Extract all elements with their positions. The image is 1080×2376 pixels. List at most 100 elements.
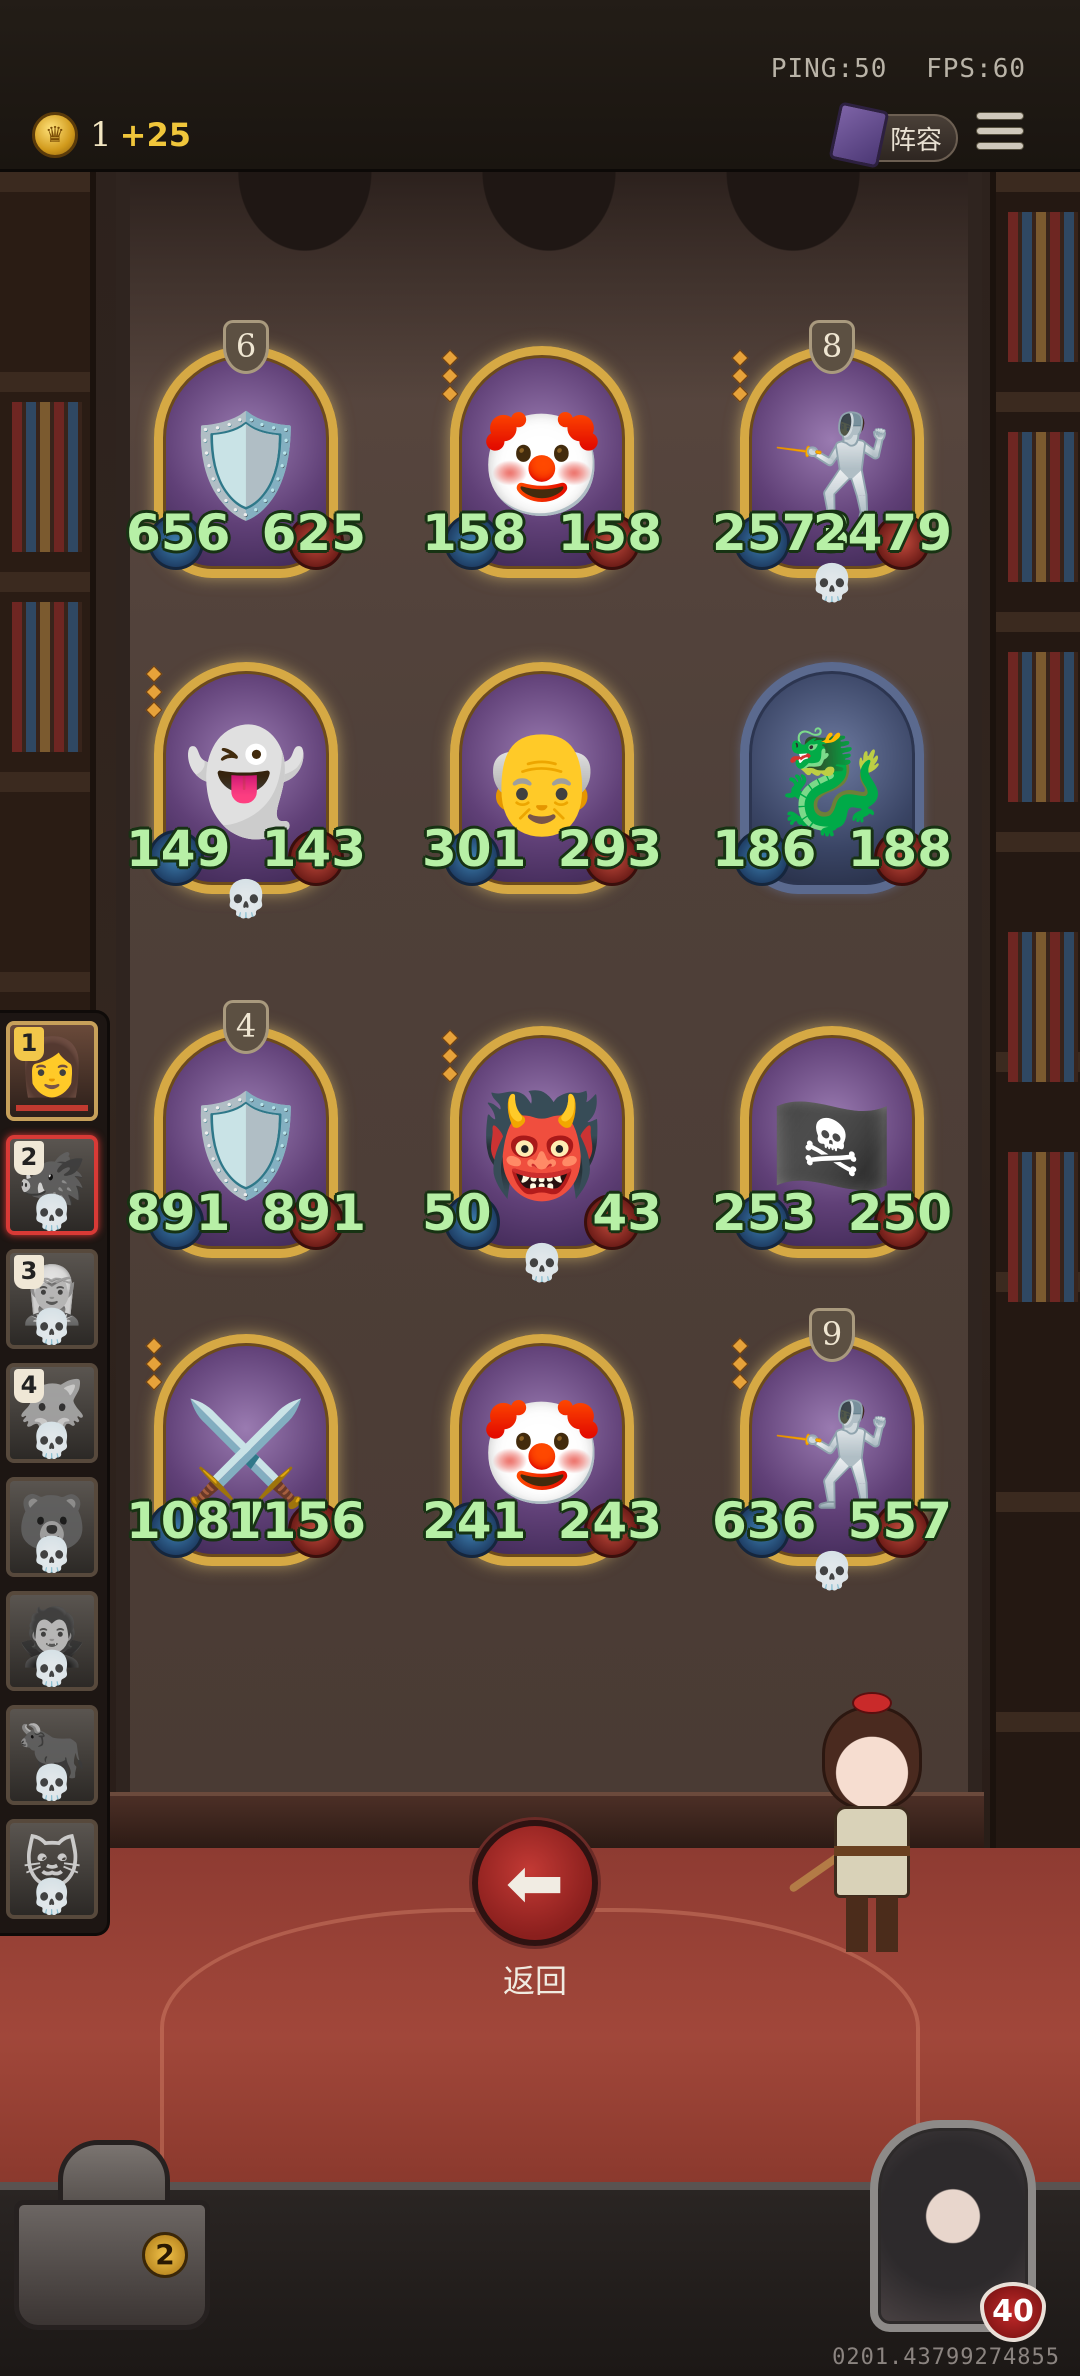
team-slot[interactable]: 🧛 💀	[6, 1591, 98, 1691]
player-portrait[interactable]: 40	[870, 2120, 1046, 2342]
hero-level-badge: 4	[223, 1000, 269, 1054]
hair-bow	[852, 1692, 892, 1714]
hero-attack: 253	[712, 1184, 817, 1242]
build-id: 0201.43799274855	[832, 2345, 1060, 2370]
hero-attack: 50	[422, 1184, 492, 1242]
chain-link-icon	[145, 1337, 163, 1394]
hero-card[interactable]: 👹 50 43 💀	[422, 1026, 662, 1284]
crown-coin-icon: ♛	[32, 112, 78, 158]
character-head	[822, 1706, 922, 1810]
hero-attack: 301	[422, 820, 527, 878]
chain-link-icon	[441, 1029, 459, 1086]
hero-portrait: 🛡️	[183, 1087, 309, 1205]
hero-card[interactable]: 👻 149 143 💀	[126, 662, 366, 920]
team-slot[interactable]: 🐱 💀	[6, 1819, 98, 1919]
hero-health: 1156	[226, 1492, 366, 1550]
hero-card[interactable]: 🐉 186 188	[712, 662, 952, 894]
hero-health: 250	[847, 1184, 952, 1242]
team-slot-number: 1	[14, 1027, 44, 1061]
hero-portrait: 👹	[479, 1087, 605, 1205]
hamburger-menu-icon[interactable]	[976, 112, 1024, 158]
hero-attack: 158	[422, 504, 527, 562]
team-slot[interactable]: 🐺 4 💀	[6, 1363, 98, 1463]
hero-portrait: 🛡️	[183, 407, 309, 525]
hero-level-badge: 9	[809, 1308, 855, 1362]
chain-link-icon	[441, 349, 459, 406]
hero-health: 293	[557, 820, 662, 878]
character-belt	[834, 1846, 910, 1856]
skull-icon: 💀	[809, 1551, 855, 1592]
skull-icon: 💀	[30, 1421, 74, 1461]
skull-icon: 💀	[809, 563, 855, 604]
hero-attack: 186	[712, 820, 817, 878]
hero-health: 143	[261, 820, 366, 878]
hero-card[interactable]: 🏴‍☠️ 253 250	[712, 1026, 952, 1258]
hero-health: 243	[557, 1492, 662, 1550]
hero-card[interactable]: 👴 301 293	[422, 662, 662, 894]
hero-attack: 149	[126, 820, 231, 878]
hero-portrait: ⚔️	[183, 1395, 309, 1513]
ping-label: PING:50	[770, 54, 888, 84]
performance-readout: PING:50 FPS:60	[749, 54, 1026, 84]
coin-count: 1	[90, 115, 112, 155]
lineup-button[interactable]: 阵容	[828, 101, 958, 169]
hero-portrait: 👴	[479, 723, 605, 841]
hero-level-badge: 6	[223, 320, 269, 374]
hero-portrait: 🐉	[769, 723, 895, 841]
hero-health: 2479	[812, 504, 952, 562]
chain-link-icon	[145, 665, 163, 722]
hero-card[interactable]: ⚔️ 1087 1156	[126, 1334, 366, 1566]
hero-card[interactable]: 🛡️ 6 656 625	[126, 320, 366, 578]
lineup-book-icon	[828, 101, 890, 169]
back-button[interactable]: ⬅	[472, 1820, 598, 1946]
skull-icon: 💀	[30, 1307, 74, 1347]
hero-portrait: 🏴‍☠️	[769, 1087, 895, 1205]
hero-card[interactable]: 🤺 9 636 557 💀	[712, 1308, 952, 1592]
hero-level-badge: 8	[809, 320, 855, 374]
treasure-chest-button[interactable]: 2	[14, 2140, 214, 2338]
team-sidebar: 👩 1 🐗 2 💀 🧝 3 💀 🐺 4 💀 🐻 💀 🧛 💀 🐂 💀 🐱 💀	[0, 1010, 110, 1936]
team-slot-number: 3	[14, 1255, 44, 1289]
hero-card[interactable]: 🛡️ 4 891 891	[126, 1000, 366, 1258]
team-slot[interactable]: 🧝 3 💀	[6, 1249, 98, 1349]
skull-icon: 💀	[30, 1763, 74, 1803]
hero-card[interactable]: 🤡 158 158	[422, 346, 662, 578]
back-arrow-icon: ⬅	[505, 1842, 565, 1924]
coin-income: +25	[119, 116, 191, 154]
hero-attack: 656	[126, 504, 231, 562]
hero-health: 188	[847, 820, 952, 878]
fps-label: FPS:60	[926, 54, 1026, 84]
hero-portrait: 🤺	[769, 407, 895, 525]
skull-icon: 💀	[30, 1193, 74, 1233]
skull-icon: 💀	[30, 1535, 74, 1575]
hero-health: 557	[847, 1492, 952, 1550]
team-slot-number: 4	[14, 1369, 44, 1403]
team-slot[interactable]: 🐗 2 💀	[6, 1135, 98, 1235]
hero-card[interactable]: 🤡 241 243	[422, 1334, 662, 1566]
coin-display: ♛ 1 +25	[32, 112, 191, 158]
player-character	[788, 1692, 952, 1956]
back-label[interactable]: 返回	[472, 1956, 598, 2002]
chain-link-icon	[731, 1337, 749, 1394]
lineup-label: 阵容	[889, 125, 942, 156]
skull-icon: 💀	[30, 1877, 74, 1917]
team-slot[interactable]: 👩 1	[6, 1021, 98, 1121]
team-slot-number: 2	[14, 1141, 44, 1175]
hero-health: 891	[261, 1184, 366, 1242]
top-bar: PING:50 FPS:60 ♛ 1 +25 阵容	[0, 0, 1080, 172]
hero-attack: 891	[126, 1184, 231, 1242]
hero-attack: 241	[422, 1492, 527, 1550]
chain-link-icon	[731, 349, 749, 406]
hero-portrait: 👻	[183, 723, 309, 841]
hero-health: 43	[592, 1184, 662, 1242]
hero-health: 158	[557, 504, 662, 562]
hero-portrait: 🤡	[479, 407, 605, 525]
hero-attack: 636	[712, 1492, 817, 1550]
team-slot[interactable]: 🐂 💀	[6, 1705, 98, 1805]
skull-icon: 💀	[519, 1243, 565, 1284]
right-bookshelf	[990, 172, 1080, 1952]
team-slot[interactable]: 🐻 💀	[6, 1477, 98, 1577]
hero-health: 625	[261, 504, 366, 562]
hero-portrait: 🤡	[479, 1395, 605, 1513]
hero-card[interactable]: 🤺 8 2573 2479 💀	[712, 320, 952, 604]
